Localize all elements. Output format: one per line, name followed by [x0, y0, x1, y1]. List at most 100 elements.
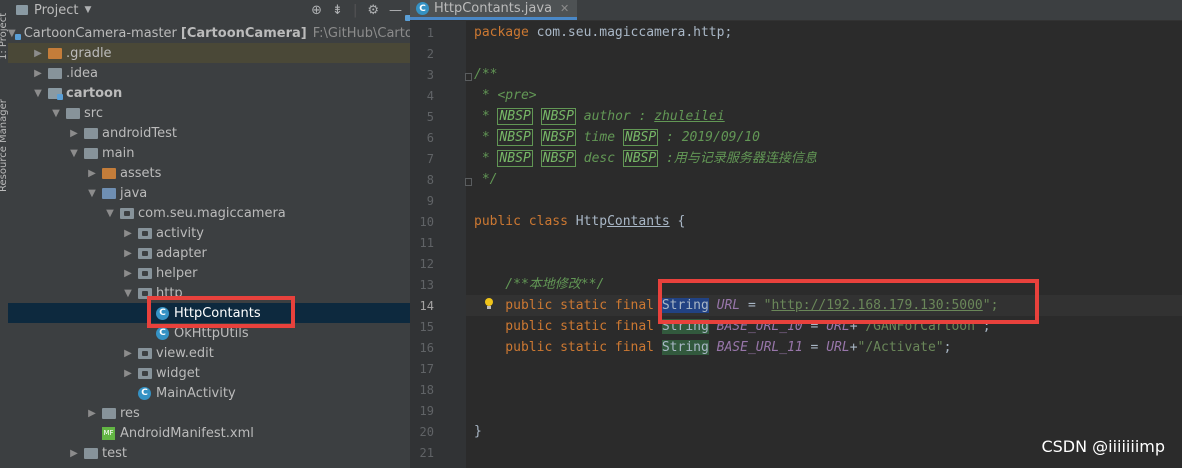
chevron-right-icon[interactable]: ▶ [122, 268, 134, 279]
code-line-7[interactable]: * NBSP NBSP desc NBSP :用与记录服务器连接信息 [474, 148, 817, 169]
tree-item-assets[interactable]: ▶ assets [8, 163, 410, 183]
tree-item-project-root[interactable]: ▼ CartoonCamera-master [CartoonCamera] F… [8, 23, 410, 43]
chevron-right-icon[interactable]: ▶ [32, 48, 44, 59]
line-number: 1 [426, 26, 434, 40]
tree-item-label: src [84, 105, 103, 121]
chevron-down-icon[interactable]: ▼ [68, 148, 80, 159]
code-line-16[interactable]: public static final String BASE_URL_11 =… [474, 337, 951, 358]
line-number: 12 [419, 257, 434, 271]
tree-item-label: view.edit [156, 345, 214, 361]
fold-marker-icon[interactable] [465, 73, 472, 81]
chevron-down-icon[interactable]: ▼ [32, 88, 44, 99]
tree-item-widget[interactable]: ▶ widget [8, 363, 410, 383]
chevron-right-icon[interactable]: ▶ [122, 248, 134, 259]
code-line-5[interactable]: * NBSP NBSP author : zhuleilei [474, 106, 725, 127]
manifest-file-icon: MF [102, 426, 115, 440]
locate-icon[interactable]: ⊕ [311, 3, 322, 18]
chevron-right-icon[interactable]: ▶ [32, 68, 44, 79]
line-number: 17 [419, 362, 434, 376]
tree-item-manifest[interactable]: MF AndroidManifest.xml [8, 423, 410, 443]
tree-item-label: java [120, 185, 148, 201]
package-icon [120, 207, 134, 219]
chevron-right-icon[interactable]: ▶ [68, 128, 80, 139]
chevron-right-icon[interactable]: ▶ [122, 228, 134, 239]
tree-item-label: androidTest [102, 125, 177, 141]
chevron-down-icon[interactable]: ▼ [86, 188, 98, 199]
code-line-13[interactable]: /**本地修改**/ [474, 274, 604, 295]
view-dropdown-chevron-icon[interactable]: ▼ [84, 5, 91, 15]
gear-icon[interactable]: ⚙ [367, 3, 379, 18]
chevron-down-icon[interactable]: ▼ [122, 288, 134, 299]
folder-icon [84, 447, 98, 459]
chevron-right-icon[interactable]: ▶ [86, 168, 98, 179]
tree-item-idea[interactable]: ▶ .idea [8, 63, 410, 83]
chevron-down-icon[interactable]: ▼ [104, 208, 116, 219]
tree-item-package-root[interactable]: ▼ com.seu.magiccamera [8, 203, 410, 223]
line-number: 2 [426, 47, 434, 61]
tree-item-test[interactable]: ▶ test [8, 443, 410, 463]
resources-folder-icon [102, 407, 116, 419]
line-number: 8 [426, 173, 434, 187]
chevron-right-icon[interactable]: ▶ [86, 408, 98, 419]
project-panel-title[interactable]: Project [34, 3, 78, 18]
code-line-20[interactable]: } [474, 421, 482, 442]
line-number: 5 [426, 110, 434, 124]
module-folder-icon [48, 87, 63, 100]
code-line-6[interactable]: * NBSP NBSP time NBSP : 2019/09/10 [474, 127, 760, 148]
chevron-down-icon[interactable]: ▼ [50, 108, 62, 119]
folder-icon [84, 127, 98, 139]
tree-item-mainactivity[interactable]: C MainActivity [8, 383, 410, 403]
tree-item-adapter[interactable]: ▶ adapter [8, 243, 410, 263]
line-number: 13 [419, 278, 434, 292]
package-icon [138, 267, 152, 279]
fold-marker-icon[interactable] [465, 178, 472, 186]
tree-item-main[interactable]: ▼ main [8, 143, 410, 163]
chevron-right-icon[interactable]: ▶ [122, 368, 134, 379]
tree-item-helper[interactable]: ▶ helper [8, 263, 410, 283]
line-number: 20 [419, 425, 434, 439]
tree-item-view-edit[interactable]: ▶ view.edit [8, 343, 410, 363]
tree-item-androidtest[interactable]: ▶ androidTest [8, 123, 410, 143]
tree-item-label: .gradle [66, 45, 112, 61]
tree-item-src[interactable]: ▼ src [8, 103, 410, 123]
tree-item-label: CartoonCamera-master [23, 25, 177, 41]
tree-item-java[interactable]: ▼ java [8, 183, 410, 203]
intention-bulb-icon[interactable] [484, 298, 494, 310]
package-icon [138, 347, 152, 359]
tree-item-label: res [120, 405, 140, 421]
line-number: 18 [419, 383, 434, 397]
tree-item-label: widget [156, 365, 200, 381]
line-number: 15 [419, 320, 434, 334]
tree-item-label: main [102, 145, 135, 161]
class-icon: C [138, 386, 151, 400]
folder-icon [84, 147, 98, 159]
source-folder-icon [102, 187, 116, 199]
collapse-all-icon[interactable]: ⇟ [332, 3, 343, 18]
chevron-right-icon[interactable]: ▶ [122, 348, 134, 359]
project-view-icon [16, 5, 28, 15]
tree-item-label: test [102, 445, 127, 461]
project-panel-header: Project ▼ ⊕ ⇟ | ⚙ — [8, 0, 410, 20]
code-line-3[interactable]: /** [474, 64, 497, 85]
tree-item-label: MainActivity [156, 385, 236, 401]
highlight-box-url [658, 279, 1039, 324]
tree-item-res[interactable]: ▶ res [8, 403, 410, 423]
hide-panel-icon[interactable]: — [389, 3, 402, 18]
code-line-8[interactable]: */ [474, 169, 498, 190]
close-icon[interactable]: ✕ [560, 2, 569, 15]
line-number: 6 [426, 131, 434, 145]
tree-item-cartoon[interactable]: ▼ cartoon [8, 83, 410, 103]
tab-httpcontants-java[interactable]: C HttpContants.java ✕ [410, 0, 578, 20]
tree-item-module-name: [CartoonCamera] [180, 25, 307, 41]
tree-item-label: adapter [156, 245, 207, 261]
tree-item-path: F:\GitHub\CartoonC [312, 25, 410, 41]
tree-item-gradle[interactable]: ▶ .gradle [8, 43, 410, 63]
line-number: 9 [426, 194, 434, 208]
code-line-10[interactable]: public class HttpContants { [474, 211, 685, 232]
chevron-right-icon[interactable]: ▶ [68, 448, 80, 459]
tree-item-activity[interactable]: ▶ activity [8, 223, 410, 243]
line-number: 10 [419, 215, 434, 229]
code-line-1[interactable]: package com.seu.magiccamera.http; [474, 22, 732, 43]
line-number: 19 [419, 404, 434, 418]
code-line-4[interactable]: * <pre> [474, 85, 537, 106]
